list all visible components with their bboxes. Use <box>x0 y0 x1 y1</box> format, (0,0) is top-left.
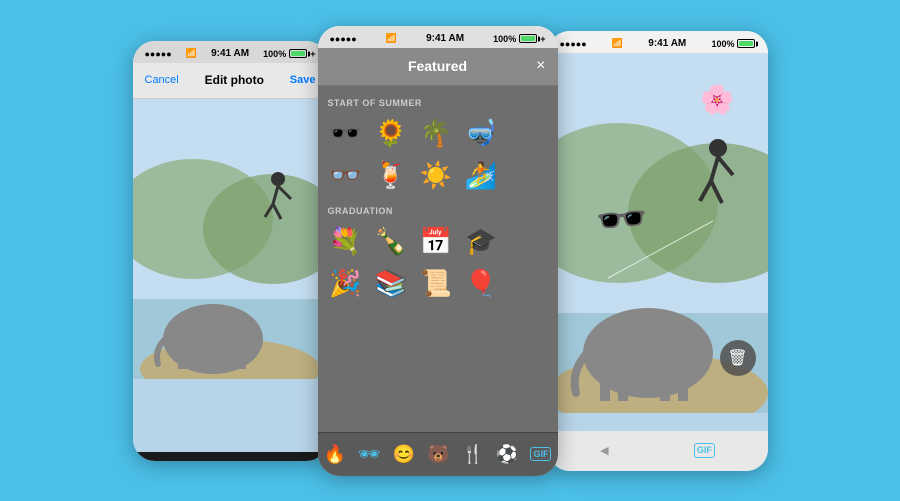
phone-left: ●●●●● 📶 9:41 AM 100% + Cancel Edit photo… <box>133 41 328 461</box>
wifi-icon-center: 📶 <box>386 33 397 44</box>
sticker-party[interactable]: 🎉 <box>328 266 364 302</box>
status-bar-center: ●●●●● 📶 9:41 AM 100% + <box>318 26 558 48</box>
close-button[interactable]: × <box>536 57 545 75</box>
trash-button[interactable]: 🗑 <box>720 340 756 376</box>
sticker-champagne[interactable]: 🍾 <box>373 224 409 260</box>
sun-sticker[interactable]: 🌸 <box>700 83 735 116</box>
sticker-flowers[interactable]: 💐 <box>328 224 364 260</box>
sticker-scroll[interactable]: 📜 <box>418 266 454 302</box>
scene-svg-left <box>133 99 328 379</box>
toolbar-left: ✨ ❋ ⊡ 🙂 <box>133 452 328 461</box>
cancel-button[interactable]: Cancel <box>145 74 179 86</box>
save-button[interactable]: Save <box>290 74 316 86</box>
sunglasses-sticker[interactable]: 🕶️ <box>594 194 650 247</box>
sticker-sunflower[interactable]: 🌻 <box>373 116 409 152</box>
time-left: 9:41 AM <box>211 48 249 59</box>
signal-dots-center: ●●●●● <box>330 34 357 44</box>
status-bar-right: ●●●●● 📶 9:41 AM 100% <box>548 31 768 53</box>
photo-area-right: 🕶️ 🌸 🗑 <box>548 53 768 431</box>
section-graduation-title: GRADUATION <box>328 206 548 216</box>
phones-container: ●●●●● 📶 9:41 AM 100% + Cancel Edit photo… <box>0 0 900 501</box>
sticker-balloon[interactable]: 🎈 <box>463 266 499 302</box>
sticker-calendar[interactable]: 📅 <box>418 224 454 260</box>
battery-fill-left <box>291 51 305 56</box>
phone-center: ●●●●● 📶 9:41 AM 100% + Featured × START … <box>318 26 558 476</box>
tab-emoji[interactable]: 😊 <box>393 444 415 465</box>
battery-right <box>737 39 755 48</box>
sticker-snorkel[interactable]: 🤿 <box>463 116 499 152</box>
photo-area-left <box>133 99 328 452</box>
charging-center: + <box>540 34 545 44</box>
sticker-books[interactable]: 📚 <box>373 266 409 302</box>
sticker-empty4 <box>508 266 544 302</box>
section-summer-title: START OF SUMMER <box>328 98 548 108</box>
sport-icon: ⚽ <box>496 444 518 465</box>
sticker-sun[interactable]: ☀️ <box>418 158 454 194</box>
signal-dots-right: ●●●●● <box>560 39 587 49</box>
sticker-sunglasses[interactable]: 🕶️ <box>328 116 364 152</box>
tab-sport[interactable]: ⚽ <box>496 444 518 465</box>
sticker-scroll[interactable]: START OF SUMMER 🕶️ 🌻 🌴 🤿 👓 🍹 ☀️ 🏄 GRADUA… <box>318 86 558 432</box>
tab-sticker[interactable]: 🕶 <box>358 444 381 465</box>
tab-food[interactable]: 🍴 <box>462 444 484 465</box>
featured-title: Featured <box>408 58 467 74</box>
tab-fire[interactable]: 🔥 <box>324 444 346 465</box>
tab-gif[interactable]: GIF <box>530 447 551 462</box>
sticker-empty3 <box>508 224 544 260</box>
sticker-redglasses[interactable]: 👓 <box>328 158 364 194</box>
gif-label-right[interactable]: GIF <box>694 443 715 458</box>
sticker-palm[interactable]: 🌴 <box>418 116 454 152</box>
graduation-sticker-grid: 💐 🍾 📅 🎓 🎉 📚 📜 🎈 <box>328 224 548 302</box>
time-right: 9:41 AM <box>648 38 686 49</box>
tab-animal[interactable]: 🐻 <box>427 444 449 465</box>
edit-photo-title: Edit photo <box>205 73 264 87</box>
featured-header: Featured × <box>318 48 558 86</box>
charging-left: + <box>310 49 315 59</box>
wifi-icon-left: 📶 <box>186 48 197 59</box>
toolbar-right: ◀ GIF <box>548 431 768 471</box>
sticker-tab-icon: 🕶 <box>358 444 381 465</box>
time-center: 9:41 AM <box>426 33 464 44</box>
battery-fill-center <box>521 36 535 41</box>
food-icon: 🍴 <box>462 444 484 465</box>
bottom-tab-bar: 🔥 🕶 😊 🐻 🍴 ⚽ GIF <box>318 432 558 476</box>
battery-pct-center: 100% <box>493 34 516 44</box>
gif-label-center: GIF <box>530 447 551 462</box>
sticker-cocktail[interactable]: 🍹 <box>373 158 409 194</box>
sticker-empty2 <box>508 158 544 194</box>
fire-icon: 🔥 <box>324 444 346 465</box>
battery-pct-right: 100% <box>711 39 734 49</box>
sticker-mortarboard[interactable]: 🎓 <box>463 224 499 260</box>
status-right-left: 100% + <box>263 49 315 59</box>
battery-pct-left: 100% <box>263 49 286 59</box>
status-bar-left: ●●●●● 📶 9:41 AM 100% + <box>133 41 328 63</box>
summer-sticker-grid: 🕶️ 🌻 🌴 🤿 👓 🍹 ☀️ 🏄 <box>328 116 548 194</box>
nav-bar-left: Cancel Edit photo Save <box>133 63 328 99</box>
sticker-surf[interactable]: 🏄 <box>463 158 499 194</box>
back-arrow-icon[interactable]: ◀ <box>600 444 608 457</box>
battery-center <box>519 34 537 43</box>
battery-left <box>289 49 307 58</box>
status-right-right: 100% <box>711 39 755 49</box>
phone-right: ●●●●● 📶 9:41 AM 100% <box>548 31 768 471</box>
emoji-icon: 😊 <box>393 444 415 465</box>
sticker-empty1 <box>508 116 544 152</box>
signal-dots-left: ●●●●● <box>145 49 172 59</box>
battery-fill-right <box>739 41 753 46</box>
status-right-center: 100% + <box>493 34 545 44</box>
wifi-icon-right: 📶 <box>612 38 623 49</box>
animal-icon: 🐻 <box>427 444 449 465</box>
